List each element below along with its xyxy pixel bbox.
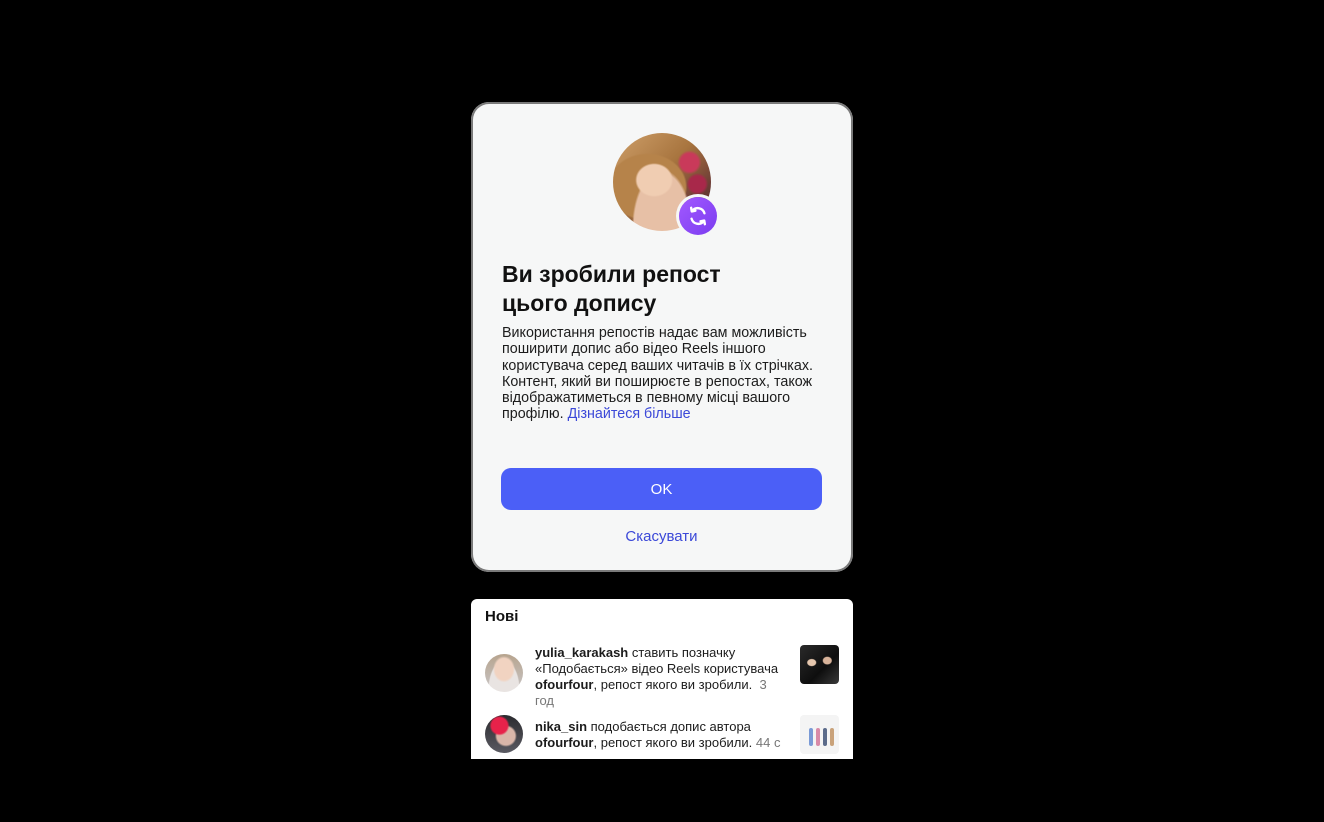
repost-info-dialog: Ви зробили репост цього допису Використа… bbox=[471, 102, 853, 572]
dialog-description: Використання репостів надає вам можливіс… bbox=[502, 325, 827, 423]
thumbnail-figure bbox=[809, 728, 813, 746]
repost-icon bbox=[679, 197, 717, 235]
ok-button[interactable]: OK bbox=[501, 468, 822, 510]
cancel-button[interactable]: Скасувати bbox=[501, 524, 822, 548]
notification-owner[interactable]: ofourfour bbox=[535, 735, 593, 750]
post-thumbnail[interactable] bbox=[800, 715, 839, 754]
post-thumbnail[interactable] bbox=[800, 645, 839, 684]
avatar[interactable] bbox=[485, 715, 523, 753]
avatar[interactable] bbox=[485, 654, 523, 692]
thumbnail-figure bbox=[823, 728, 827, 746]
section-heading-new: Нові bbox=[485, 608, 519, 625]
screen: Ви зробили репост цього допису Використа… bbox=[0, 0, 1324, 822]
notification-owner[interactable]: ofourfour bbox=[535, 677, 593, 692]
thumbnail-figure bbox=[816, 728, 820, 746]
notification-text: nika_sin подобається допис автора ofourf… bbox=[535, 719, 787, 751]
learn-more-link[interactable]: Дізнайтеся більше bbox=[568, 406, 691, 422]
notification-text: yulia_karakash ставить позначку «Подобає… bbox=[535, 645, 787, 709]
profile-avatar-group bbox=[613, 133, 717, 235]
notification-message-end: , репост якого ви зробили. bbox=[593, 735, 753, 750]
dialog-title: Ви зробили репост цього допису bbox=[502, 261, 721, 316]
notification-message: подобається допис автора bbox=[587, 719, 751, 734]
notification-username[interactable]: nika_sin bbox=[535, 719, 587, 734]
thumbnail-figure bbox=[830, 728, 834, 746]
notification-message-end: , репост якого ви зробили. bbox=[593, 677, 753, 692]
notification-time: 44 с bbox=[755, 735, 781, 750]
notification-username[interactable]: yulia_karakash bbox=[535, 645, 628, 660]
notifications-panel: Нові yulia_karakash ставить позначку «По… bbox=[471, 599, 853, 759]
